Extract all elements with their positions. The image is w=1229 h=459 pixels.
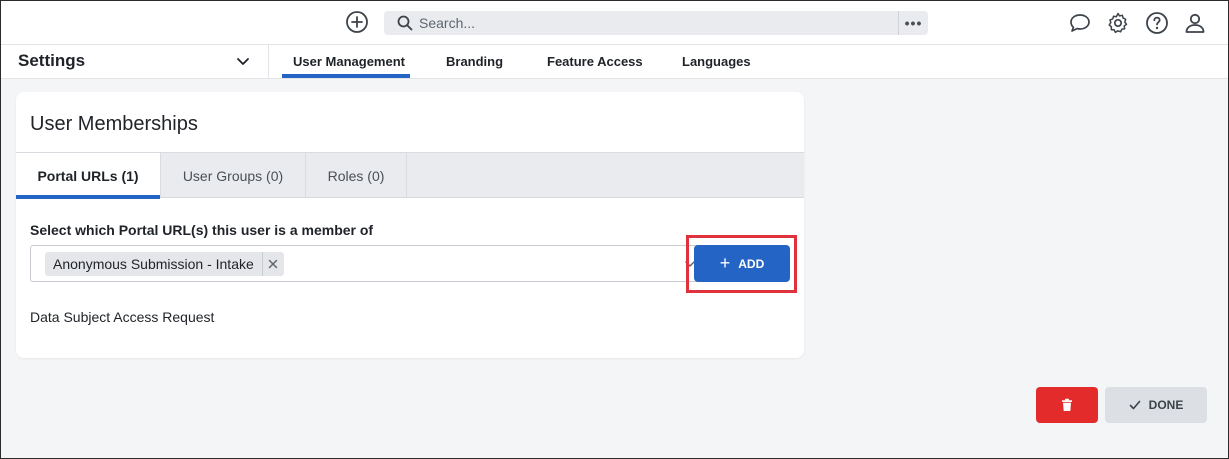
search-more-button[interactable]: ••• [898,11,928,35]
chip-remove-button[interactable] [261,252,284,276]
add-label: ADD [738,256,765,271]
field-label: Select which Portal URL(s) this user is … [30,222,374,238]
trash-icon [1062,398,1072,411]
chip-label: Anonymous Submission - Intake [53,256,254,272]
search-icon [397,15,413,31]
plus-icon: + [719,252,731,273]
tab-branding[interactable]: Branding [446,54,503,69]
settings-tabs: User Management Branding Feature Access … [0,45,1229,79]
gear-icon[interactable] [1106,11,1130,35]
done-label: DONE [1148,398,1184,412]
help-icon[interactable] [1145,11,1169,35]
selected-chip: Anonymous Submission - Intake [45,252,284,276]
tab-roles[interactable]: Roles (0) [306,153,407,198]
tab-user-groups[interactable]: User Groups (0) [161,153,306,198]
active-tab-indicator [16,195,160,199]
card-title: User Memberships [30,113,198,135]
top-bar: Search... ••• [0,0,1229,45]
tab-user-management[interactable]: User Management [293,54,405,69]
search-bar[interactable]: Search... ••• [384,11,928,35]
add-button[interactable]: + ADD [694,245,790,282]
close-icon [269,259,278,269]
user-memberships-card: User Memberships Portal URLs (1) User Gr… [16,92,804,358]
user-icon[interactable] [1183,11,1207,35]
tab-label: User Groups (0) [182,167,284,184]
portal-url-item: Data Subject Access Request [30,309,215,325]
plus-circle-icon[interactable] [345,10,369,34]
portal-url-select[interactable]: Anonymous Submission - Intake [30,245,704,282]
delete-button[interactable] [1036,387,1098,423]
tab-label: Portal URLs (1) [37,167,139,184]
settings-bar: Settings User Management Branding Featur… [0,45,1229,79]
search-input[interactable]: Search... [419,15,475,31]
active-tab-indicator [282,74,410,78]
membership-tabs: Portal URLs (1) User Groups (0) Roles (0… [16,152,804,199]
tab-languages[interactable]: Languages [682,54,751,69]
done-button[interactable]: DONE [1105,387,1207,423]
check-icon [1129,400,1140,410]
tab-portal-urls[interactable]: Portal URLs (1) [16,153,161,199]
chat-icon[interactable] [1068,11,1092,35]
tab-feature-access[interactable]: Feature Access [547,54,643,69]
tab-label: Roles (0) [327,167,385,184]
